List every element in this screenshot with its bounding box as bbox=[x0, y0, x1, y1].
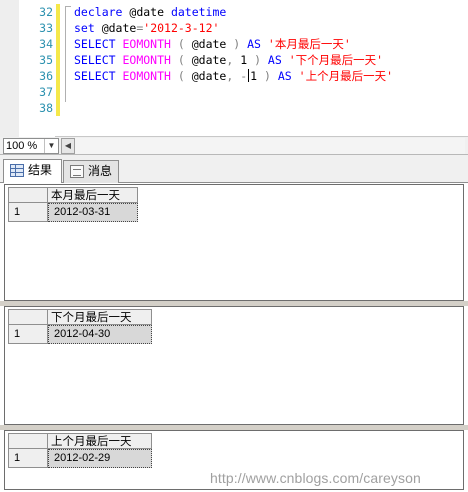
text-caret bbox=[248, 69, 250, 82]
result-grid-2[interactable]: 下个月最后一天 1 2012-04-30 bbox=[4, 306, 464, 425]
editor-gutter bbox=[0, 0, 19, 137]
line-number: 34 bbox=[39, 37, 53, 51]
code-token: , bbox=[226, 53, 241, 67]
code-token: declare bbox=[74, 5, 130, 19]
code-token: @date bbox=[101, 21, 137, 35]
chevron-down-icon[interactable]: ▼ bbox=[44, 139, 58, 153]
column-header[interactable]: 上个月最后一天 bbox=[48, 433, 152, 449]
code-token: 1 bbox=[240, 53, 255, 67]
code-line[interactable]: SELECT EOMONTH ( @date, -1 ) AS '上个月最后一天… bbox=[74, 68, 393, 84]
tab-messages-label: 消息 bbox=[88, 164, 113, 178]
code-token: AS bbox=[247, 37, 268, 51]
code-token: '下个月最后一天' bbox=[288, 53, 384, 67]
line-number: 32 bbox=[39, 5, 53, 19]
code-token: AS bbox=[277, 69, 299, 83]
code-line[interactable]: set @date='2012-3-12' bbox=[74, 20, 219, 36]
line-number: 37 bbox=[39, 85, 53, 99]
outline-bracket bbox=[65, 6, 71, 102]
grid-corner[interactable] bbox=[8, 309, 48, 325]
horizontal-scrollbar[interactable] bbox=[75, 138, 465, 154]
code-token: ( bbox=[177, 53, 192, 67]
code-token: @date bbox=[191, 53, 227, 67]
editor-status-bar: 100 % ▼ ◀ bbox=[0, 137, 468, 155]
code-token: - bbox=[240, 69, 248, 83]
tab-results[interactable]: 结果 bbox=[3, 159, 62, 183]
code-token: @date bbox=[191, 69, 227, 83]
grid-corner[interactable] bbox=[8, 187, 48, 203]
line-number: 36 bbox=[39, 69, 53, 83]
code-token: ) bbox=[254, 53, 268, 67]
code-token: @date bbox=[191, 37, 234, 51]
code-token: '2012-3-12' bbox=[143, 21, 220, 35]
messages-icon bbox=[70, 165, 84, 178]
code-token: EOMONTH bbox=[122, 53, 178, 67]
code-token: @date bbox=[129, 5, 171, 19]
code-token: 1 bbox=[250, 69, 264, 83]
code-token: SELECT bbox=[74, 53, 123, 67]
sql-editor[interactable]: 32 33 34 35 36 37 38 declare @date datet… bbox=[0, 0, 468, 137]
code-token: ( bbox=[177, 69, 192, 83]
code-line[interactable]: declare @date datetime bbox=[74, 4, 226, 20]
zoom-select[interactable]: 100 % ▼ bbox=[3, 138, 59, 154]
code-token: '本月最后一天' bbox=[267, 37, 351, 51]
grid-icon bbox=[10, 164, 24, 177]
code-line[interactable]: SELECT EOMONTH ( @date ) AS '本月最后一天' bbox=[74, 36, 351, 52]
results-tabstrip: 结果 消息 bbox=[0, 155, 468, 183]
row-header[interactable]: 1 bbox=[8, 449, 48, 468]
code-token: EOMONTH bbox=[122, 69, 178, 83]
zoom-value: 100 % bbox=[6, 140, 38, 152]
code-token: ) bbox=[233, 37, 248, 51]
line-number: 35 bbox=[39, 53, 53, 67]
line-number: 38 bbox=[39, 101, 53, 115]
code-token: AS bbox=[267, 53, 289, 67]
row-header[interactable]: 1 bbox=[8, 203, 48, 222]
line-numbers: 32 33 34 35 36 37 38 bbox=[19, 0, 55, 137]
column-header[interactable]: 下个月最后一天 bbox=[48, 309, 152, 325]
grid-cell[interactable]: 2012-02-29 bbox=[48, 449, 152, 468]
watermark-text: http://www.cnblogs.com/careyson bbox=[210, 470, 421, 486]
grid-cell[interactable]: 2012-04-30 bbox=[48, 325, 152, 344]
code-token: set bbox=[74, 21, 102, 35]
tab-messages[interactable]: 消息 bbox=[63, 160, 119, 183]
result-grid-1[interactable]: 本月最后一天 1 2012-03-31 bbox=[4, 184, 464, 301]
code-token: SELECT bbox=[74, 37, 123, 51]
tab-results-label: 结果 bbox=[28, 163, 53, 177]
code-token: SELECT bbox=[74, 69, 123, 83]
code-token: ) bbox=[264, 69, 278, 83]
code-token: EOMONTH bbox=[122, 37, 178, 51]
row-header[interactable]: 1 bbox=[8, 325, 48, 344]
grid-corner[interactable] bbox=[8, 433, 48, 449]
code-token: datetime bbox=[170, 5, 227, 19]
scroll-left-button[interactable]: ◀ bbox=[61, 138, 75, 154]
code-line[interactable]: SELECT EOMONTH ( @date, 1 ) AS '下个月最后一天' bbox=[74, 52, 383, 68]
change-tracking-bar bbox=[56, 4, 60, 116]
code-token: , bbox=[226, 69, 241, 83]
code-token: '上个月最后一天' bbox=[298, 69, 393, 83]
column-header[interactable]: 本月最后一天 bbox=[48, 187, 138, 203]
line-number: 33 bbox=[39, 21, 53, 35]
grid-cell[interactable]: 2012-03-31 bbox=[48, 203, 138, 222]
code-token: ( bbox=[177, 37, 192, 51]
